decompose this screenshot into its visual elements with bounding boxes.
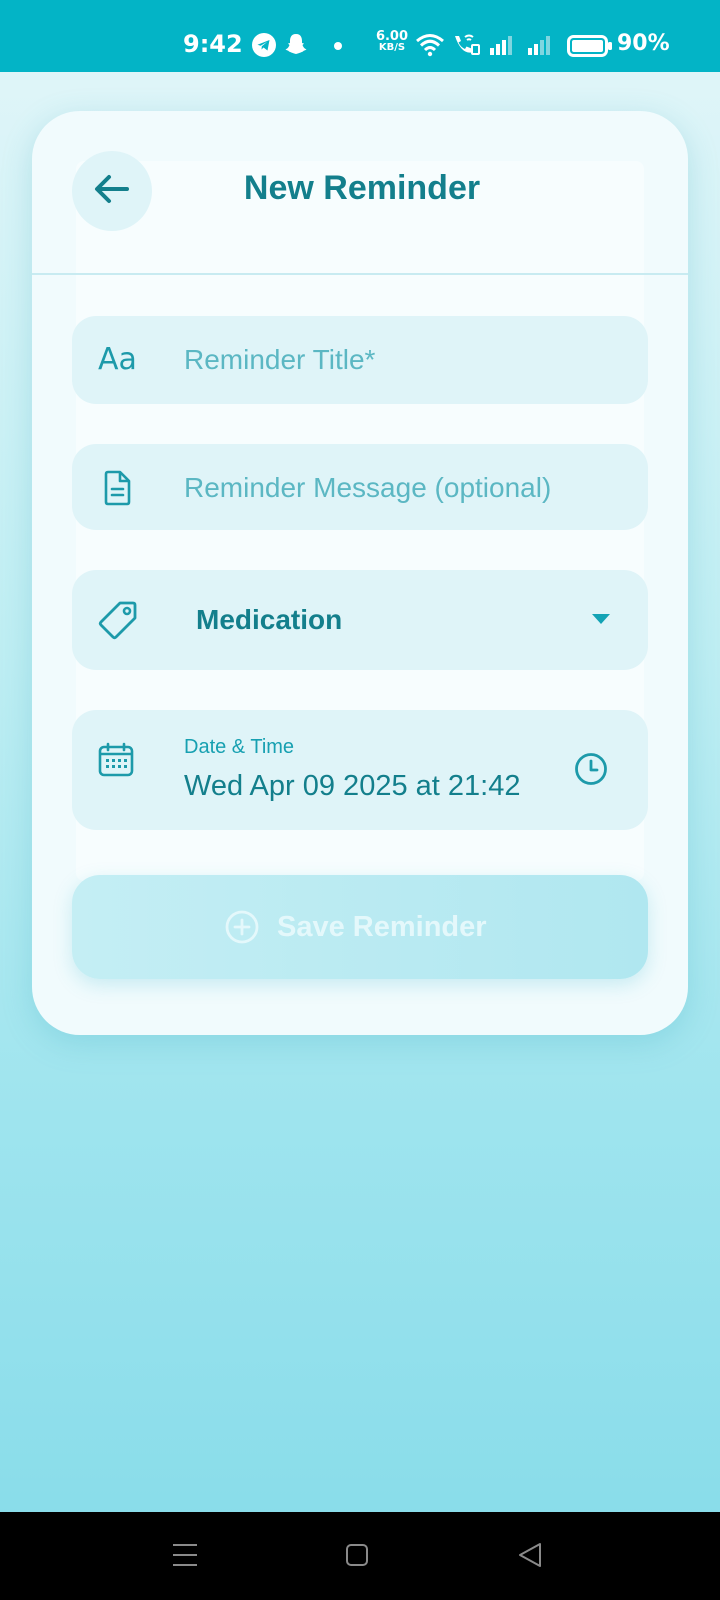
net-speed-value: 6.00 [375,29,409,44]
calendar-icon [98,742,134,783]
signal-icon [490,34,516,61]
datetime-label: Date & Time [184,736,295,758]
document-icon [102,470,132,511]
home-icon[interactable] [346,1544,368,1566]
reminder-title-field[interactable]: Aa Reminder Title* [72,316,648,404]
category-dropdown[interactable]: Medication [72,570,648,670]
page-title: New Reminder [243,169,481,207]
dot-icon [334,42,342,50]
datetime-value: Wed Apr 09 2025 at 21:42 [184,770,521,802]
reminder-title-placeholder: Reminder Title* [184,344,376,375]
wifi-call-icon [451,33,481,62]
back-button[interactable] [72,151,152,231]
battery-percent: 90% [617,31,670,56]
menu-icon[interactable] [172,1542,198,1573]
arrow-left-icon [92,172,132,211]
header-divider [32,273,688,275]
reminder-message-placeholder: Reminder Message (optional) [184,472,552,503]
telegram-icon [252,33,276,62]
status-bar: 9:42 6.00 KB/S 90% [0,0,720,72]
category-value: Medication [196,604,343,635]
snapchat-icon [284,32,308,63]
wifi-icon [415,33,445,62]
caret-down-icon [592,614,610,624]
text-aa-icon: Aa [98,342,137,377]
clock-icon[interactable] [574,752,608,791]
save-reminder-label: Save Reminder [277,911,487,943]
reminder-card: New Reminder Aa Reminder Title* Reminder… [32,111,688,1035]
reminder-message-field[interactable]: Reminder Message (optional) [72,444,648,530]
save-reminder-button[interactable]: Save Reminder [72,875,648,979]
signal-icon [528,34,554,61]
net-speed: 6.00 KB/S [372,29,412,53]
back-icon[interactable] [518,1542,542,1573]
status-time: 9:42 [183,30,243,58]
plus-circle-icon [224,909,260,950]
datetime-field[interactable]: Date & Time Wed Apr 09 2025 at 21:42 [72,710,648,830]
battery-icon [567,35,613,62]
navigation-bar [0,1512,720,1600]
tag-icon [98,600,138,645]
